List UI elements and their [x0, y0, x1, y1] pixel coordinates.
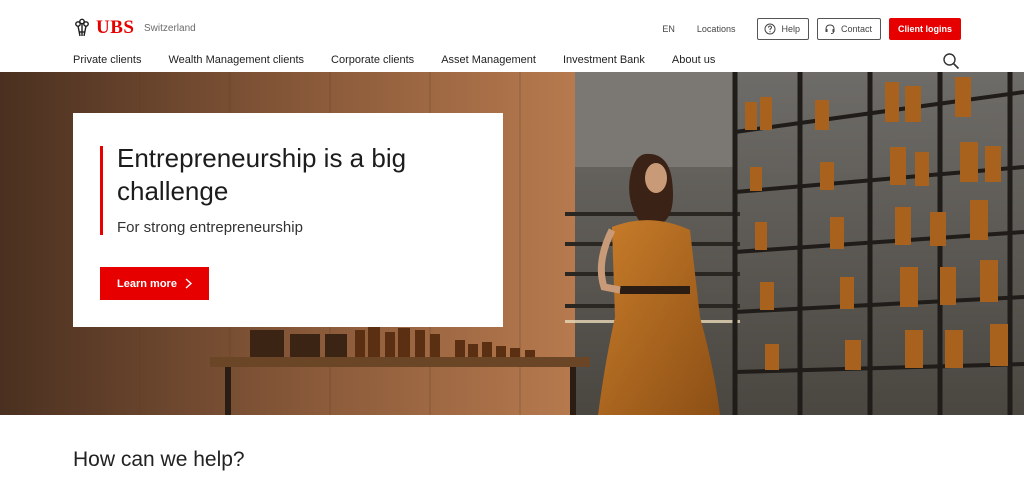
nav-item-investment-bank[interactable]: Investment Bank — [563, 54, 645, 66]
help-button[interactable]: Help — [757, 18, 809, 40]
contact-label: Contact — [840, 24, 872, 34]
section-title: How can we help? — [73, 448, 245, 471]
help-circle-icon — [764, 23, 776, 35]
learn-more-button[interactable]: Learn more — [100, 267, 209, 300]
region-label: Switzerland — [144, 23, 196, 34]
site-header: UBS Switzerland EN Locations Help Contac… — [0, 0, 1024, 72]
main-nav: Private clients Wealth Management client… — [73, 54, 742, 66]
nav-item-wealth-management[interactable]: Wealth Management clients — [168, 54, 304, 66]
language-selector[interactable]: EN — [662, 24, 675, 34]
client-logins-button[interactable]: Client logins — [889, 18, 961, 40]
accent-bar — [100, 146, 103, 235]
learn-more-label: Learn more — [117, 277, 177, 290]
nav-item-private-clients[interactable]: Private clients — [73, 54, 141, 66]
chevron-right-icon — [185, 278, 192, 289]
headset-icon — [825, 24, 835, 34]
hero-banner: Entrepreneurship is a big challenge For … — [0, 72, 1024, 415]
search-icon[interactable] — [942, 52, 960, 70]
contact-button[interactable]: Contact — [816, 18, 881, 40]
ubs-logo[interactable]: UBS — [72, 17, 134, 39]
hero-subtitle: For strong entrepreneurship — [117, 219, 303, 236]
nav-item-asset-management[interactable]: Asset Management — [441, 54, 536, 66]
utility-bar: EN Locations Help Contact Client logins — [662, 18, 961, 40]
locations-link[interactable]: Locations — [697, 24, 736, 34]
ubs-keys-logo-icon — [75, 18, 89, 37]
help-label: Help — [781, 24, 800, 34]
nav-item-about-us[interactable]: About us — [672, 54, 715, 66]
hero-title: Entrepreneurship is a big challenge — [117, 143, 407, 206]
hero-card: Entrepreneurship is a big challenge For … — [73, 113, 503, 327]
brand-wordmark: UBS — [96, 17, 135, 38]
nav-item-corporate-clients[interactable]: Corporate clients — [331, 54, 414, 66]
